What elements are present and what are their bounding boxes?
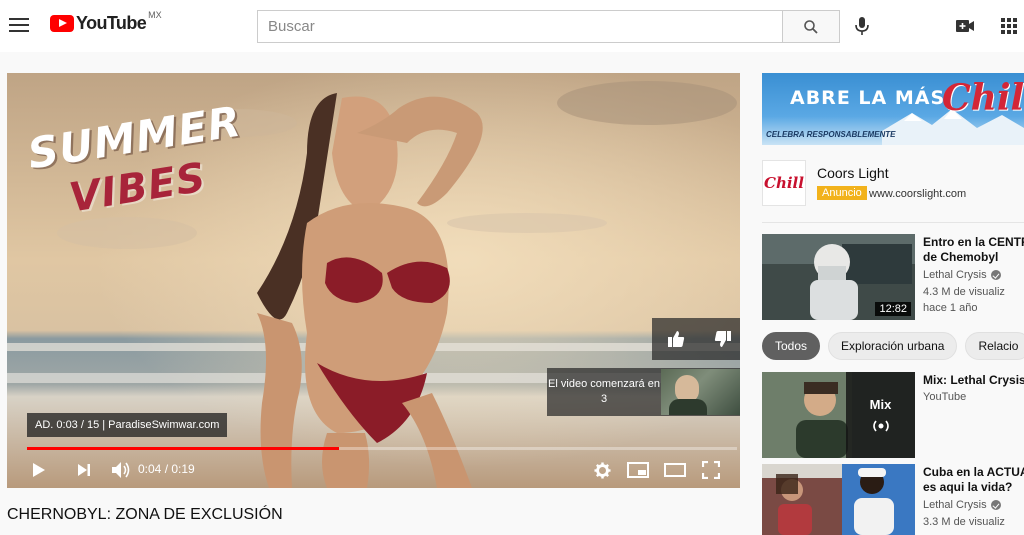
up-next-thumbnail [661,369,740,415]
thumbs-up-button[interactable] [661,324,691,354]
volume-button[interactable] [109,458,133,482]
logo-region: MX [148,9,162,20]
video-thumbnail: 12:82 [762,234,915,320]
fullscreen-icon [702,461,720,479]
video-title-line1: Cuba en la ACTUA [923,465,1024,479]
chip-relacionados[interactable]: Relacio [965,332,1024,360]
video-player[interactable]: SUMMER VIBES El video comenzará en 3 AD.… [7,73,740,488]
channel-name-text: Lethal Crysis [923,269,987,281]
search-icon [804,19,818,34]
apps-grid-icon [1001,18,1017,34]
ad-rating-box [652,318,740,360]
theater-mode-icon [664,463,686,477]
filter-chips: Todos Exploración urbana Relacio [762,332,1024,362]
channel-name[interactable]: YouTube [923,391,966,403]
video-title-line2: de Chemobyl [923,250,999,264]
channel-name[interactable]: Lethal Crysis [923,269,1001,281]
video-title: CHERNOBYL: ZONA DE EXCLUSIÓN [7,506,283,523]
chip-todos[interactable]: Todos [762,332,821,360]
miniplayer-icon [627,462,649,478]
verified-icon [990,500,1001,510]
theater-mode-button[interactable] [662,458,688,482]
youtube-logo[interactable]: YouTube MX [50,9,162,34]
ad-label-badge: Anuncio [817,186,867,200]
time-display: 0:04 / 0:19 [138,462,195,476]
search-input[interactable] [258,11,782,42]
video-camera-icon [956,20,974,32]
recommended-video[interactable]: 12:82 Entro en la CENTR de Chemobyl Leth… [762,234,1024,320]
volume-icon [112,462,130,478]
ad-banner-tagline: CELEBRA RESPONSABLEMENTE [766,130,896,139]
mix-thumbnail: Mix [762,372,915,458]
ad-banner[interactable]: ABRE LA MÁS Chill CELEBRA RESPONSABLEMEN… [762,73,1024,145]
channel-name[interactable]: Lethal Crysis [923,499,1001,511]
video-duration: 12:82 [875,302,911,316]
play-button[interactable] [29,458,49,482]
mix-overlay: Mix [846,372,915,458]
create-video-button[interactable] [953,14,977,38]
thumbs-up-icon [667,331,684,347]
broadcast-icon [872,420,889,431]
divider [762,222,1024,223]
verified-icon [990,270,1001,280]
voice-search-button[interactable] [850,14,874,38]
search-button[interactable] [782,10,840,43]
view-count: 3.3 M de visualiz [923,516,1005,528]
miniplayer-button[interactable] [625,458,651,482]
advertiser-logo[interactable]: Chill [762,160,806,206]
ad-info-badge[interactable]: AD. 0:03 / 15 | ParadiseSwimwar.com [27,413,228,437]
microphone-icon [855,17,869,35]
video-title-line1: Entro en la CENTR [923,235,1024,249]
view-count: 4.3 M de visualiz [923,286,1005,298]
progress-fill [27,447,340,450]
video-title-line2: es aqui la vida? [923,480,1013,494]
search-box [257,10,782,43]
video-title-line1: Mix: Lethal Crysis [923,373,1024,387]
video-thumbnail [762,464,915,535]
ad-banner-text: ABRE LA MÁS [790,87,946,109]
next-button[interactable] [73,458,95,482]
apps-grid-button[interactable] [997,14,1021,38]
gear-icon [593,461,611,479]
play-icon [33,463,45,477]
up-next-preview[interactable]: El video comenzará en 3 [547,368,740,416]
settings-button[interactable] [591,458,613,482]
skip-next-icon [78,464,90,476]
upload-age: hace 1 año [923,302,978,314]
fullscreen-button[interactable] [699,458,723,482]
recommended-video[interactable]: Cuba en la ACTUA es aqui la vida? Lethal… [762,464,1024,535]
chip-exploracion-urbana[interactable]: Exploración urbana [828,332,958,360]
advertiser-name[interactable]: Coors Light [817,165,889,181]
thumbnail-image [762,464,915,535]
menu-icon[interactable] [8,14,30,36]
channel-name-text: Lethal Crysis [923,499,987,511]
progress-bar[interactable] [27,447,737,450]
advertiser-url[interactable]: www.coorslight.com [869,188,966,200]
youtube-logo-icon [50,15,74,32]
top-bar: YouTube MX [0,0,1024,52]
recommended-mix[interactable]: Mix Mix: Lethal Crysis YouTube [762,372,1024,458]
thumbs-down-button[interactable] [708,324,738,354]
mix-label: Mix [869,396,892,412]
up-next-countdown: El video comenzará en 3 [548,378,660,405]
thumbs-down-icon [714,331,731,347]
channel-name-text: YouTube [923,391,967,403]
logo-text: YouTube [76,13,147,33]
ad-banner-brand: Chill [942,77,1024,119]
